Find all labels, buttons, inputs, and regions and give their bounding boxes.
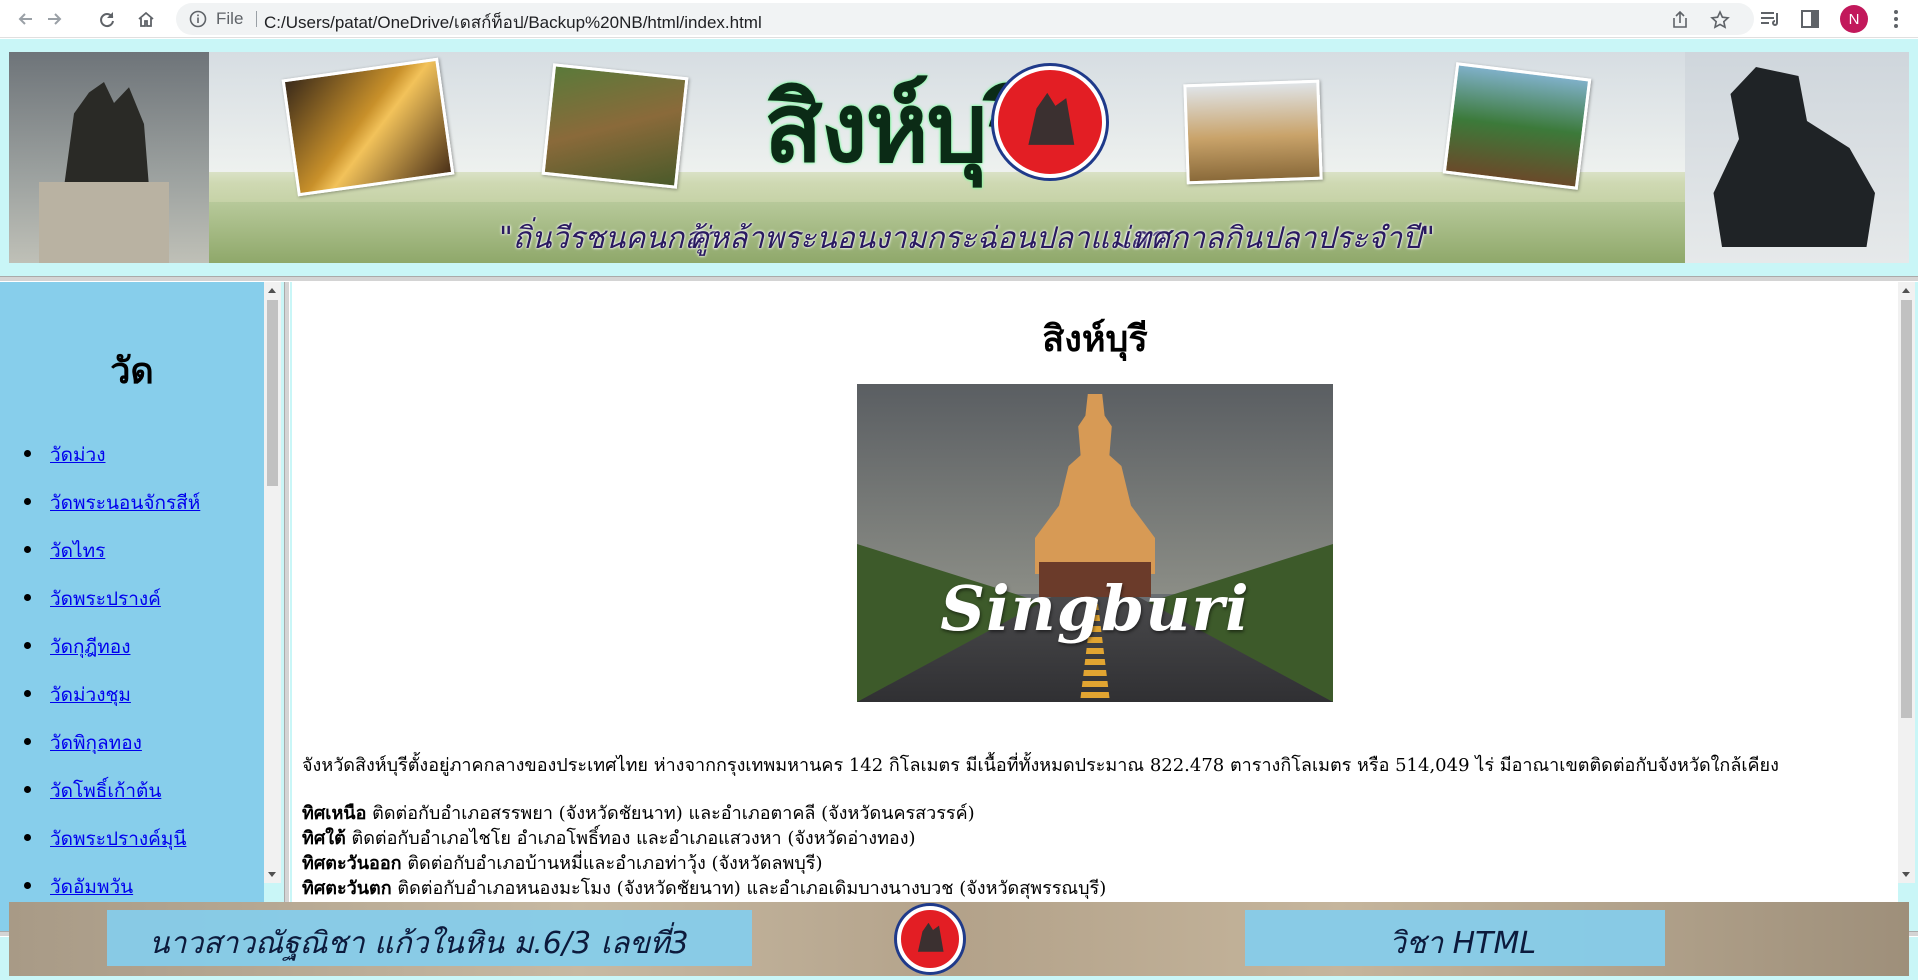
main-content-frame: สิงห์บุรี Singburi จังหวัดสิงห์บุรีตั้งอ… bbox=[292, 282, 1898, 931]
home-icon bbox=[138, 11, 154, 27]
province-seal-logo bbox=[994, 66, 1106, 178]
temple-ruin-photo bbox=[541, 63, 689, 189]
temple-link[interactable]: วัดม่วง bbox=[50, 444, 105, 466]
temple-link[interactable]: วัดพระนอนจักรสีห์ bbox=[50, 492, 200, 514]
footer-seal-logo bbox=[897, 906, 963, 972]
banner-slogan-2: คู่หล้าพระนอน bbox=[689, 221, 876, 256]
reclining-buddha-photo bbox=[281, 57, 455, 197]
temple-link[interactable]: วัดไทร bbox=[50, 540, 105, 562]
url-text[interactable]: C:/Users/patat/OneDrive/เดสก์ท็อป/Backup… bbox=[264, 9, 762, 36]
list-item: วัดม่วง bbox=[22, 440, 200, 488]
list-item: วัดโพธิ์เก้าต้น bbox=[22, 776, 200, 824]
arrow-left-icon bbox=[18, 13, 32, 25]
address-divider bbox=[256, 11, 257, 27]
prang-photo bbox=[1183, 79, 1323, 185]
reload-button[interactable] bbox=[93, 5, 121, 33]
list-item: วัดไทร bbox=[22, 536, 200, 584]
temple-link[interactable]: วัดพระปรางค์มุนี bbox=[50, 828, 186, 850]
temple-link[interactable]: วัดโพธิ์เก้าต้น bbox=[50, 780, 161, 802]
temple-link-list: วัดม่วง วัดพระนอนจักรสีห์ วัดไทร วัดพระป… bbox=[22, 440, 200, 920]
frame-divider-vertical[interactable] bbox=[284, 282, 290, 931]
home-button[interactable] bbox=[132, 5, 160, 33]
boundary-north: ทิศเหนือ ติดต่อกับอำเภอสรรพยา (จังหวัดชั… bbox=[302, 798, 1882, 824]
temple-link[interactable]: วัดม่วงชุม bbox=[50, 684, 131, 706]
scroll-thumb[interactable] bbox=[267, 300, 278, 486]
list-item: วัดพระปรางค์มุนี bbox=[22, 824, 200, 872]
page-title: สิงห์บุรี bbox=[1042, 319, 1148, 360]
list-item: วัดพิกุลทอง bbox=[22, 728, 200, 776]
boundary-label: ทิศใต้ bbox=[302, 828, 346, 849]
scroll-up-arrow-icon[interactable] bbox=[1902, 288, 1910, 293]
singburi-hero-image: Singburi bbox=[857, 384, 1333, 702]
media-playlist-icon[interactable] bbox=[1758, 7, 1782, 31]
more-menu-icon[interactable] bbox=[1884, 7, 1908, 31]
scroll-thumb[interactable] bbox=[1901, 300, 1912, 718]
temple-link[interactable]: วัดพระปรางค์ bbox=[50, 588, 161, 610]
garden-temple-photo bbox=[1442, 62, 1592, 190]
list-item: วัดพระปรางค์ bbox=[22, 584, 200, 632]
scroll-down-arrow-icon[interactable] bbox=[268, 872, 276, 877]
header-banner: สิงห์บุรี "ถิ่นวีรชนคนกล้า คู่หล้าพระนอน… bbox=[9, 52, 1909, 263]
list-item: วัดกุฎีทอง bbox=[22, 632, 200, 680]
boundary-text: ติดต่อกับอำเภอสรรพยา (จังหวัดชัยนาท) และ… bbox=[366, 803, 975, 824]
profile-avatar[interactable]: N bbox=[1840, 5, 1868, 33]
forward-button[interactable] bbox=[40, 5, 68, 33]
scroll-up-arrow-icon[interactable] bbox=[268, 288, 276, 293]
sidebar-scrollbar[interactable] bbox=[264, 282, 281, 883]
temple-link[interactable]: วัดกุฎีทอง bbox=[50, 636, 130, 658]
bookmark-star-icon[interactable] bbox=[1709, 9, 1731, 31]
list-item: วัดพระนอนจักรสีห์ bbox=[22, 488, 200, 536]
sidebar-title: วัด bbox=[110, 351, 154, 392]
temple-link[interactable]: วัดอัมพวัน bbox=[50, 876, 133, 898]
side-panel-icon[interactable] bbox=[1798, 7, 1822, 31]
address-bar[interactable]: File C:/Users/patat/OneDrive/เดสก์ท็อป/B… bbox=[176, 3, 1754, 35]
footer-author-text: นาวสาวณัฐณิชา แก้วในหิน ม.6/3 เลขที่3 bbox=[149, 926, 689, 961]
browser-toolbar: File C:/Users/patat/OneDrive/เดสก์ท็อป/B… bbox=[0, 0, 1918, 38]
boundary-south: ทิศใต้ ติดต่อกับอำเภอไชโย อำเภอโพธิ์ทอง … bbox=[302, 823, 1882, 849]
heroes-monument-image bbox=[9, 52, 209, 263]
banner-slogan-1: "ถิ่นวีรชนคนกล้า bbox=[499, 221, 720, 256]
back-button[interactable] bbox=[12, 5, 40, 33]
boundary-label: ทิศเหนือ bbox=[302, 803, 367, 824]
arrow-right-icon bbox=[48, 13, 62, 25]
boundary-west: ทิศตะวันตก ติดต่อกับอำเภอหนองมะโมง (จังห… bbox=[302, 873, 1882, 899]
share-icon[interactable] bbox=[1669, 9, 1691, 31]
scroll-down-arrow-icon[interactable] bbox=[1902, 872, 1910, 877]
reload-icon bbox=[100, 12, 114, 28]
boundary-label: ทิศตะวันออก bbox=[302, 853, 402, 874]
boundary-text: ติดต่อกับอำเภอไชโย อำเภอโพธิ์ทอง และอำเภ… bbox=[345, 828, 916, 849]
intro-paragraph: จังหวัดสิงห์บุรีตั้งอยู่ภาคกลางของประเทศ… bbox=[302, 755, 1779, 776]
boundary-text: ติดต่อกับอำเภอหนองมะโมง (จังหวัดชัยนาท) … bbox=[391, 878, 1107, 899]
boundary-list: ทิศเหนือ ติดต่อกับอำเภอสรรพยา (จังหวัดชั… bbox=[302, 798, 1882, 899]
footer-subject-text: วิชา HTML bbox=[1389, 926, 1537, 961]
hero-caption: Singburi bbox=[940, 572, 1250, 645]
file-scheme-label: File bbox=[216, 9, 244, 28]
info-icon[interactable] bbox=[188, 9, 208, 29]
sidebar-frame: วัด วัดม่วง วัดพระนอนจักรสีห์ วัดไทร วัด… bbox=[0, 282, 264, 931]
footer-banner: นาวสาวณัฐณิชา แก้วในหิน ม.6/3 เลขที่3 วิ… bbox=[9, 902, 1909, 976]
boundary-east: ทิศตะวันออก ติดต่อกับอำเภอบ้านหมี่และอำเ… bbox=[302, 848, 1882, 874]
banner-slogan-4: เทศกาลกินปลาประจำปี" bbox=[1121, 221, 1435, 256]
boundary-text: ติดต่อกับอำเภอบ้านหมี่และอำเภอท่าวุ้ง (จ… bbox=[401, 853, 823, 874]
main-scrollbar[interactable] bbox=[1898, 282, 1915, 883]
temple-link[interactable]: วัดพิกุลทอง bbox=[50, 732, 142, 754]
list-item: วัดม่วงชุม bbox=[22, 680, 200, 728]
boundary-label: ทิศตะวันตก bbox=[302, 878, 392, 899]
singha-lion-statue-image bbox=[1685, 52, 1909, 263]
